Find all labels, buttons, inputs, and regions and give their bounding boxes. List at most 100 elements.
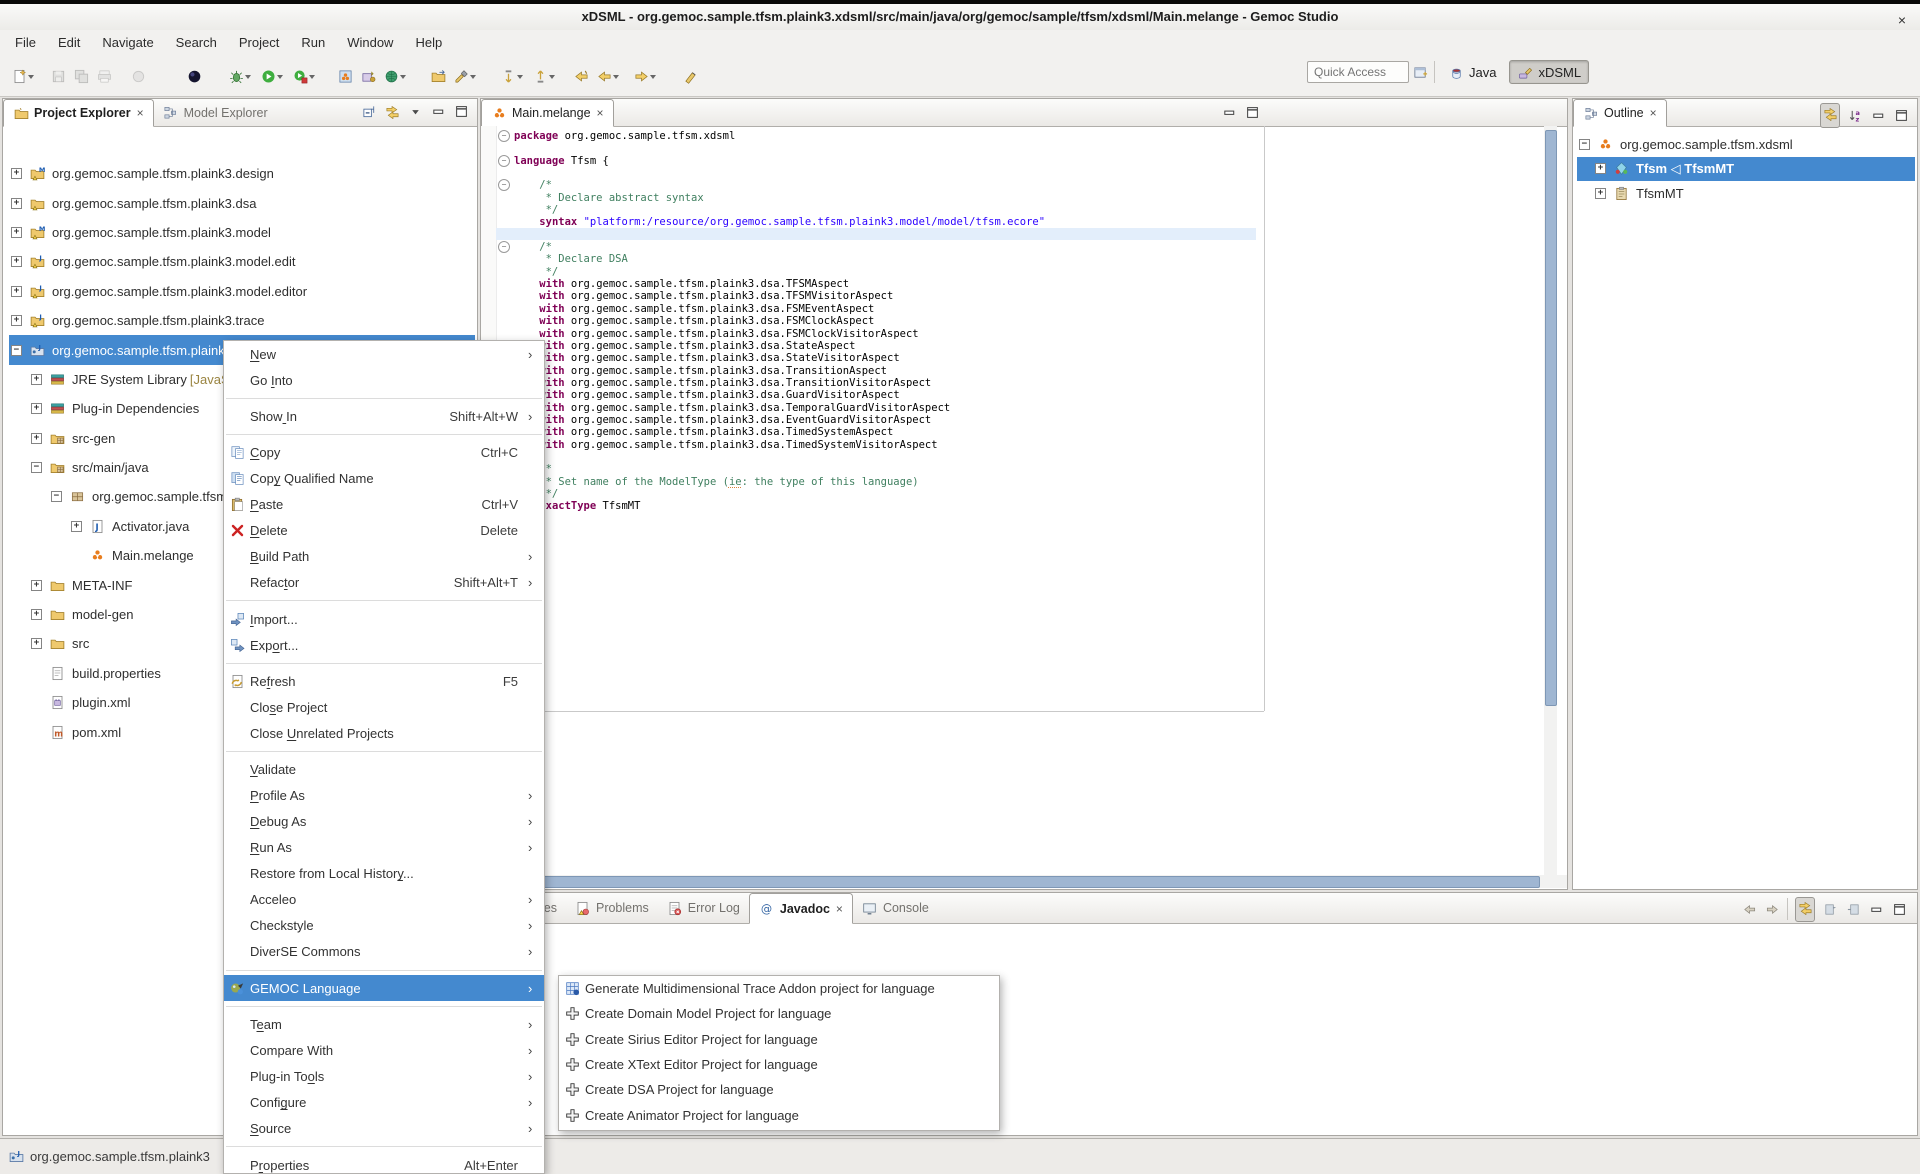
maximize-button[interactable] — [453, 103, 469, 119]
tree-item-org-gemoc-sample-tfsm-plaink3-design[interactable]: +Morg.gemoc.sample.tfsm.plaink3.design — [9, 159, 475, 188]
minimize-button[interactable] — [430, 103, 446, 119]
last-edit-button[interactable] — [571, 66, 591, 86]
tab-close-icon[interactable]: × — [597, 106, 604, 120]
menu-item-close-unrelated-projects[interactable]: Close Unrelated Projects — [224, 721, 544, 747]
menubar-item-edit[interactable]: Edit — [47, 30, 91, 56]
new-wizard-button[interactable] — [9, 66, 38, 86]
minimize-button[interactable] — [1870, 107, 1886, 123]
menu-item-diverse-commons[interactable]: DiverSE Commons› — [224, 939, 544, 965]
expand-icon[interactable]: + — [31, 638, 42, 649]
menu-item-source[interactable]: Source› — [224, 1116, 544, 1142]
new-update-site-button[interactable] — [381, 66, 410, 86]
outline-item-tfsmmt[interactable]: +TfsmMT — [1577, 181, 1915, 206]
tree-item-org-gemoc-sample-tfsm-plaink3-model-edit[interactable]: +Jorg.gemoc.sample.tfsm.plaink3.model.ed… — [9, 247, 475, 276]
back-button[interactable] — [594, 66, 623, 86]
bottom-tab-problems[interactable]: Problems — [566, 893, 658, 923]
menubar-item-search[interactable]: Search — [165, 30, 228, 56]
fold-collapse-icon[interactable]: − — [498, 241, 510, 253]
pin-button[interactable] — [1822, 901, 1838, 917]
expand-icon[interactable]: + — [11, 227, 22, 238]
link-with-editor-button[interactable] — [1820, 103, 1840, 128]
dropdown-caret-icon[interactable] — [517, 75, 523, 79]
code-editor[interactable]: package org.gemoc.sample.tfsm.xdsmllangu… — [514, 130, 1045, 513]
view-menu-button[interactable] — [407, 103, 423, 119]
quick-access-input[interactable] — [1307, 61, 1409, 83]
new-plugin-project-button[interactable] — [358, 66, 378, 86]
expand-icon[interactable]: + — [11, 256, 22, 267]
title-bar[interactable]: xDSML - org.gemoc.sample.tfsm.plaink3.xd… — [0, 4, 1920, 31]
dropdown-caret-icon[interactable] — [245, 75, 251, 79]
collapse-icon[interactable]: − — [1579, 139, 1590, 150]
expand-icon[interactable]: + — [31, 403, 42, 414]
menu-item-properties[interactable]: PropertiesAlt+Enter — [224, 1152, 544, 1174]
menubar-item-navigate[interactable]: Navigate — [91, 30, 164, 56]
expand-icon[interactable]: + — [31, 433, 42, 444]
acceleo-button[interactable] — [184, 66, 204, 86]
next-annotation-button[interactable] — [498, 66, 527, 86]
expand-icon[interactable]: + — [11, 315, 22, 326]
maximize-button[interactable] — [1891, 901, 1907, 917]
dropdown-caret-icon[interactable] — [613, 75, 619, 79]
fold-collapse-icon[interactable]: − — [498, 130, 510, 142]
menu-item-copy-qualified-name[interactable]: Copy Qualified Name — [224, 466, 544, 492]
menubar-item-run[interactable]: Run — [290, 30, 336, 56]
menu-item-import[interactable]: Import... — [224, 606, 544, 632]
expand-icon[interactable]: + — [11, 198, 22, 209]
menu-item-checkstyle[interactable]: Checkstyle› — [224, 913, 544, 939]
submenu-item-create-sirius-editor-project-for-language[interactable]: Create Sirius Editor Project for languag… — [559, 1027, 999, 1052]
expand-icon[interactable]: + — [71, 521, 82, 532]
menu-item-profile-as[interactable]: Profile As› — [224, 783, 544, 809]
dropdown-caret-icon[interactable] — [470, 75, 476, 79]
new-melange-project-button[interactable] — [335, 66, 355, 86]
menu-item-refresh[interactable]: RefreshF5 — [224, 669, 544, 695]
debug-button[interactable] — [226, 66, 255, 86]
menubar-item-window[interactable]: Window — [336, 30, 404, 56]
mark-occurrences-button[interactable] — [680, 66, 700, 86]
expand-icon[interactable]: + — [31, 580, 42, 591]
expand-icon[interactable]: + — [11, 168, 22, 179]
maximize-button[interactable] — [1893, 107, 1909, 123]
expand-icon[interactable]: + — [31, 374, 42, 385]
back-button[interactable] — [1741, 901, 1757, 917]
fold-collapse-icon[interactable]: − — [498, 179, 510, 191]
link-with-editor-button[interactable] — [384, 103, 400, 119]
submenu-item-create-domain-model-project-for-language[interactable]: Create Domain Model Project for language — [559, 1001, 999, 1026]
menu-item-team[interactable]: Team› — [224, 1012, 544, 1038]
prev-annotation-button[interactable] — [530, 66, 559, 86]
menu-item-plug-in-tools[interactable]: Plug-in Tools› — [224, 1064, 544, 1090]
editor-maximize-button[interactable] — [1244, 104, 1260, 120]
run-button[interactable] — [258, 66, 287, 86]
menu-item-close-project[interactable]: Close Project — [224, 695, 544, 721]
menu-item-paste[interactable]: PasteCtrl+V — [224, 492, 544, 518]
collapse-icon[interactable]: − — [31, 462, 42, 473]
fold-collapse-icon[interactable]: − — [498, 155, 510, 167]
link-with-editor-button[interactable] — [1795, 897, 1815, 922]
tab-close-icon[interactable]: × — [137, 106, 144, 120]
menubar-item-help[interactable]: Help — [404, 30, 453, 56]
menu-item-export[interactable]: Export... — [224, 632, 544, 658]
forward-button[interactable] — [1764, 901, 1780, 917]
bottom-tab-error-log[interactable]: Error Log — [658, 893, 749, 923]
dropdown-caret-icon[interactable] — [277, 75, 283, 79]
collapse-icon[interactable]: − — [11, 345, 22, 356]
menu-item-delete[interactable]: DeleteDelete — [224, 518, 544, 544]
menu-item-debug-as[interactable]: Debug As› — [224, 809, 544, 835]
dropdown-caret-icon[interactable] — [400, 75, 406, 79]
collapse-icon[interactable]: − — [51, 491, 62, 502]
menu-item-compare-with[interactable]: Compare With› — [224, 1038, 544, 1064]
menubar-item-project[interactable]: Project — [228, 30, 290, 56]
expand-icon[interactable]: + — [1595, 188, 1606, 199]
dropdown-caret-icon[interactable] — [309, 75, 315, 79]
menu-item-show-in[interactable]: Show InShift+Alt+W› — [224, 403, 544, 429]
menu-item-validate[interactable]: Validate — [224, 757, 544, 783]
forward-button[interactable] — [631, 66, 660, 86]
menu-item-build-path[interactable]: Build Path› — [224, 544, 544, 570]
outline-item-tfsm-tfsmmt[interactable]: +Tfsm ◁ TfsmMT — [1577, 157, 1915, 182]
editor-hscrollbar-thumb[interactable] — [490, 876, 1540, 888]
menu-item-restore-from-local-history[interactable]: Restore from Local History... — [224, 861, 544, 887]
open-perspective-button[interactable] — [1412, 64, 1428, 80]
bottom-tab-javadoc[interactable]: @Javadoc× — [749, 893, 853, 924]
tree-item-org-gemoc-sample-tfsm-plaink3-dsa[interactable]: +org.gemoc.sample.tfsm.plaink3.dsa — [9, 188, 475, 217]
menu-item-new[interactable]: New› — [224, 341, 544, 367]
search-button[interactable] — [451, 66, 480, 86]
